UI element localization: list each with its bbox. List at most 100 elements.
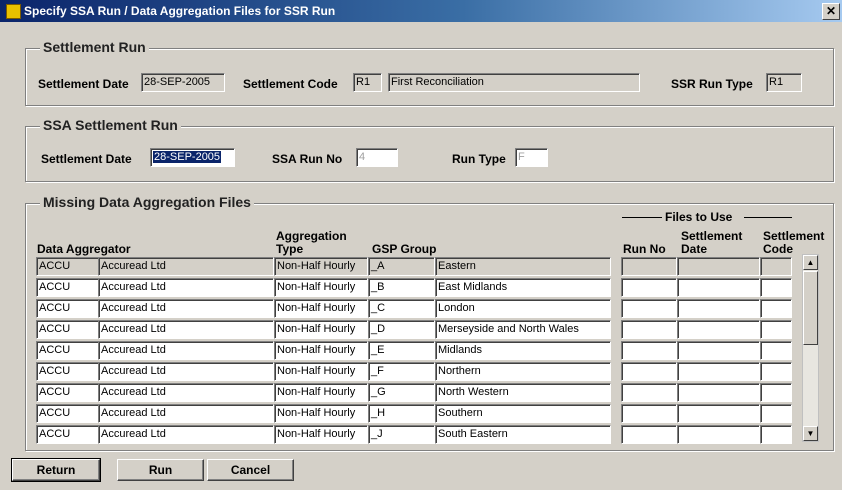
aggregation-type-header-line1: Aggregation (276, 229, 347, 243)
settlement-code-cell[interactable] (760, 299, 792, 318)
gsp-group-cell[interactable]: _A (368, 257, 435, 276)
aggregation-type-cell[interactable]: Non-Half Hourly (274, 383, 368, 402)
settlement-date-cell[interactable] (677, 341, 760, 360)
aggregation-type-cell[interactable]: Non-Half Hourly (274, 257, 368, 276)
close-button[interactable]: ✕ (822, 3, 840, 20)
run-no-cell[interactable] (621, 320, 677, 339)
gsp-group-name-cell[interactable]: Southern (435, 404, 611, 423)
data-aggregator-code-cell[interactable]: ACCU (36, 278, 99, 297)
gsp-group-cell[interactable]: _D (368, 320, 435, 339)
data-aggregator-code-cell[interactable]: ACCU (36, 341, 99, 360)
scroll-up-icon[interactable]: ▲ (803, 255, 818, 270)
gsp-group-cell[interactable]: _B (368, 278, 435, 297)
gsp-group-name-cell[interactable]: London (435, 299, 611, 318)
run-no-cell[interactable] (621, 341, 677, 360)
settlement-date-cell[interactable] (677, 362, 760, 381)
settlement-code-cell[interactable] (760, 341, 792, 360)
gsp-group-name-cell[interactable]: South Eastern (435, 425, 611, 444)
settlement-code-cell[interactable] (760, 404, 792, 423)
settlement-code-cell[interactable] (760, 383, 792, 402)
data-aggregator-code-cell[interactable]: ACCU (36, 383, 99, 402)
gsp-group-name-cell[interactable]: Midlands (435, 341, 611, 360)
settlement-date-cell[interactable] (677, 425, 760, 444)
data-aggregator-name-cell[interactable]: Accuread Ltd (98, 257, 274, 276)
ssr-run-type-field[interactable]: R1 (766, 73, 802, 92)
settlement-code-cell[interactable] (760, 320, 792, 339)
aggregation-type-cell[interactable]: Non-Half Hourly (274, 362, 368, 381)
run-no-cell[interactable] (621, 425, 677, 444)
ssa-run-no-field[interactable]: 4 (356, 148, 398, 167)
data-aggregator-name-cell[interactable]: Accuread Ltd (98, 341, 274, 360)
aggregation-type-cell[interactable]: Non-Half Hourly (274, 404, 368, 423)
run-button[interactable]: Run (117, 459, 204, 481)
data-aggregator-code-cell[interactable]: ACCU (36, 320, 99, 339)
settlement-code-field[interactable]: R1 (353, 73, 382, 92)
data-aggregator-code-cell[interactable]: ACCU (36, 362, 99, 381)
settlement-date-cell[interactable] (677, 404, 760, 423)
settlement-code-cell[interactable] (760, 425, 792, 444)
run-no-header: Run No (623, 242, 666, 256)
missing-files-legend: Missing Data Aggregation Files (40, 194, 254, 210)
data-aggregator-code-cell[interactable]: ACCU (36, 425, 99, 444)
data-aggregator-code-cell[interactable]: ACCU (36, 299, 99, 318)
run-no-cell[interactable] (621, 404, 677, 423)
run-no-cell[interactable] (621, 383, 677, 402)
gsp-group-name-cell[interactable]: Eastern (435, 257, 611, 276)
gsp-group-cell[interactable]: _G (368, 383, 435, 402)
settlement-date-header-line1: Settlement (681, 229, 743, 243)
run-type-field[interactable]: F (515, 148, 548, 167)
data-aggregator-name-cell[interactable]: Accuread Ltd (98, 425, 274, 444)
run-no-cell[interactable] (621, 278, 677, 297)
ssa-settlement-date-field[interactable]: 28-SEP-2005 (150, 148, 235, 167)
gsp-group-cell[interactable]: _C (368, 299, 435, 318)
gsp-group-name-cell[interactable]: East Midlands (435, 278, 611, 297)
settlement-code-cell[interactable] (760, 257, 792, 276)
aggregation-type-header-line2: Type (276, 242, 304, 256)
gsp-group-cell[interactable]: _F (368, 362, 435, 381)
settlement-date-cell[interactable] (677, 278, 760, 297)
ssa-settlement-date-label: Settlement Date (41, 152, 132, 166)
gsp-group-name-cell[interactable]: Northern (435, 362, 611, 381)
settlement-date-cell[interactable] (677, 257, 760, 276)
scroll-thumb[interactable] (803, 271, 818, 345)
data-aggregator-code-cell[interactable]: ACCU (36, 257, 99, 276)
return-button[interactable]: Return (11, 458, 101, 482)
settlement-date-cell[interactable] (677, 383, 760, 402)
aggregation-type-cell[interactable]: Non-Half Hourly (274, 278, 368, 297)
data-aggregator-name-cell[interactable]: Accuread Ltd (98, 404, 274, 423)
data-aggregator-code-cell[interactable]: ACCU (36, 404, 99, 423)
grid-scrollbar[interactable]: ▲ ▼ (802, 254, 819, 442)
settlement-date-field[interactable]: 28-SEP-2005 (141, 73, 225, 92)
run-no-cell[interactable] (621, 362, 677, 381)
run-no-cell[interactable] (621, 299, 677, 318)
data-aggregator-name-cell[interactable]: Accuread Ltd (98, 383, 274, 402)
aggregation-type-cell[interactable]: Non-Half Hourly (274, 299, 368, 318)
scroll-down-icon[interactable]: ▼ (803, 426, 818, 441)
aggregation-type-cell[interactable]: Non-Half Hourly (274, 341, 368, 360)
data-aggregator-name-cell[interactable]: Accuread Ltd (98, 278, 274, 297)
gsp-group-cell[interactable]: _H (368, 404, 435, 423)
gsp-group-cell[interactable]: _J (368, 425, 435, 444)
run-no-cell[interactable] (621, 257, 677, 276)
data-aggregator-name-cell[interactable]: Accuread Ltd (98, 320, 274, 339)
app-icon (6, 4, 21, 19)
gsp-group-cell[interactable]: _E (368, 341, 435, 360)
settlement-code-description: First Reconciliation (388, 73, 640, 92)
gsp-group-name-cell[interactable]: Merseyside and North Wales (435, 320, 611, 339)
gsp-group-name-cell[interactable]: North Western (435, 383, 611, 402)
ssr-run-type-label: SSR Run Type (671, 77, 753, 91)
aggregation-type-cell[interactable]: Non-Half Hourly (274, 425, 368, 444)
files-to-use-line-left (622, 217, 662, 218)
settlement-date-cell[interactable] (677, 299, 760, 318)
data-aggregator-name-cell[interactable]: Accuread Ltd (98, 299, 274, 318)
settlement-code-cell[interactable] (760, 362, 792, 381)
settlement-date-cell[interactable] (677, 320, 760, 339)
ssa-run-no-label: SSA Run No (272, 152, 343, 166)
settlement-run-legend: Settlement Run (40, 39, 149, 55)
settlement-code-label: Settlement Code (243, 77, 338, 91)
aggregation-type-cell[interactable]: Non-Half Hourly (274, 320, 368, 339)
data-aggregator-name-cell[interactable]: Accuread Ltd (98, 362, 274, 381)
settlement-code-cell[interactable] (760, 278, 792, 297)
files-to-use-line-right (744, 217, 792, 218)
cancel-button[interactable]: Cancel (207, 459, 294, 481)
